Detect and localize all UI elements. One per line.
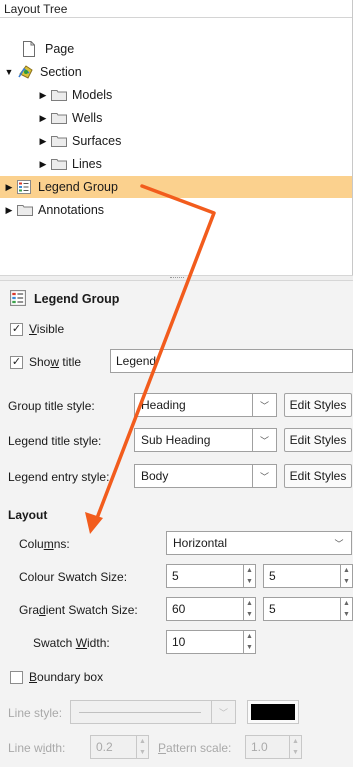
spin-up-icon[interactable]: ▲ bbox=[244, 631, 255, 642]
dropdown-chevron-icon: ﹀ bbox=[252, 394, 276, 416]
page-icon bbox=[22, 41, 38, 57]
section-icon bbox=[17, 64, 35, 80]
folder-icon bbox=[17, 204, 33, 216]
group-title-style-select[interactable]: Heading ﹀ bbox=[134, 393, 277, 417]
tree-item-label: Lines bbox=[72, 157, 102, 171]
spin-arrows[interactable]: ▲ ▼ bbox=[243, 631, 255, 653]
group-title-style-label: Group title style: bbox=[8, 399, 95, 413]
line-style-preview bbox=[79, 712, 201, 713]
expand-triangle-icon[interactable]: ▶ bbox=[38, 135, 48, 147]
spin-arrows[interactable]: ▲ ▼ bbox=[243, 565, 255, 587]
line-color-swatch bbox=[251, 704, 295, 720]
visible-label[interactable]: Visible bbox=[29, 322, 64, 336]
dropdown-chevron-icon: ﹀ bbox=[252, 429, 276, 451]
spin-down-icon[interactable]: ▼ bbox=[244, 576, 255, 587]
show-title-checkbox[interactable]: ✓ bbox=[10, 356, 23, 369]
tree-item-models[interactable]: ▶ Models bbox=[38, 84, 113, 106]
visible-checkbox[interactable]: ✓ bbox=[10, 323, 23, 336]
gradient-swatch-height-spinbox[interactable]: 5 ▲ ▼ bbox=[263, 597, 353, 621]
spin-arrows[interactable]: ▲ ▼ bbox=[340, 565, 352, 587]
folder-icon bbox=[51, 158, 67, 170]
swatch-width-label: Swatch Width: bbox=[33, 636, 110, 650]
line-style-label: Line style: bbox=[8, 706, 63, 720]
edit-styles-button[interactable]: Edit Styles bbox=[284, 464, 352, 488]
spin-up-icon[interactable]: ▲ bbox=[137, 736, 148, 747]
spin-up-icon[interactable]: ▲ bbox=[341, 598, 352, 609]
tree-item-surfaces[interactable]: ▶ Surfaces bbox=[38, 130, 122, 152]
tree-item-label: Annotations bbox=[38, 203, 105, 217]
tree-item-label: Section bbox=[40, 65, 82, 79]
tree-item-label: Page bbox=[45, 42, 75, 56]
layout-tree-header: Layout Tree bbox=[0, 0, 352, 18]
spin-down-icon[interactable]: ▼ bbox=[244, 609, 255, 620]
gradient-swatch-width-spinbox[interactable]: 60 ▲ ▼ bbox=[166, 597, 256, 621]
edit-styles-button[interactable]: Edit Styles bbox=[284, 393, 352, 417]
expand-triangle-icon[interactable]: ▶ bbox=[38, 158, 48, 170]
collapse-triangle-icon[interactable]: ▼ bbox=[4, 66, 14, 78]
legend-entry-style-label: Legend entry style: bbox=[8, 470, 110, 484]
spin-down-icon[interactable]: ▼ bbox=[290, 747, 301, 758]
spin-up-icon[interactable]: ▲ bbox=[244, 565, 255, 576]
line-style-select[interactable]: ﹀ bbox=[70, 700, 236, 724]
boundary-box-label[interactable]: Boundary box bbox=[29, 670, 103, 684]
panel-title: Legend Group bbox=[34, 292, 120, 306]
tree-item-wells[interactable]: ▶ Wells bbox=[38, 107, 103, 129]
tree-item-lines[interactable]: ▶ Lines bbox=[38, 153, 102, 175]
columns-select[interactable]: Horizontal ﹀ bbox=[166, 531, 352, 555]
legend-group-icon bbox=[10, 290, 26, 309]
tree-item-label: Surfaces bbox=[72, 134, 122, 148]
spin-up-icon[interactable]: ▲ bbox=[290, 736, 301, 747]
line-width-spinbox[interactable]: 0.2 ▲ ▼ bbox=[90, 735, 149, 759]
folder-icon bbox=[51, 89, 67, 101]
edit-styles-button[interactable]: Edit Styles bbox=[284, 428, 352, 452]
columns-label: Columns: bbox=[19, 537, 70, 551]
expand-triangle-icon[interactable]: ▶ bbox=[38, 89, 48, 101]
boundary-box-checkbox[interactable] bbox=[10, 671, 23, 684]
tree-item-label: Wells bbox=[72, 111, 103, 125]
tree-item-section[interactable]: ▼ Section bbox=[4, 61, 82, 83]
gradient-swatch-size-label: Gradient Swatch Size: bbox=[19, 603, 138, 617]
spin-arrows[interactable]: ▲ ▼ bbox=[289, 736, 301, 758]
expand-triangle-icon[interactable]: ▶ bbox=[4, 204, 14, 216]
spin-down-icon[interactable]: ▼ bbox=[341, 609, 352, 620]
spin-arrows[interactable]: ▲ ▼ bbox=[340, 598, 352, 620]
tree-item-annotations[interactable]: ▶ Annotations bbox=[4, 199, 105, 221]
dropdown-chevron-icon: ﹀ bbox=[211, 701, 235, 723]
layout-tree-panel: Layout Tree Page ▼ Section ▶ Models ▶ We… bbox=[0, 0, 353, 275]
expand-triangle-icon[interactable]: ▶ bbox=[38, 112, 48, 124]
spin-arrows[interactable]: ▲ ▼ bbox=[136, 736, 148, 758]
colour-swatch-width-spinbox[interactable]: 5 ▲ ▼ bbox=[166, 564, 256, 588]
spin-down-icon[interactable]: ▼ bbox=[244, 642, 255, 653]
spin-down-icon[interactable]: ▼ bbox=[341, 576, 352, 587]
spin-down-icon[interactable]: ▼ bbox=[137, 747, 148, 758]
expand-triangle-icon[interactable]: ▶ bbox=[4, 181, 14, 193]
pattern-scale-spinbox[interactable]: 1.0 ▲ ▼ bbox=[245, 735, 302, 759]
legend-entry-style-select[interactable]: Body ﹀ bbox=[134, 464, 277, 488]
spin-arrows[interactable]: ▲ ▼ bbox=[243, 598, 255, 620]
swatch-width-spinbox[interactable]: 10 ▲ ▼ bbox=[166, 630, 256, 654]
pattern-scale-label: Pattern scale: bbox=[158, 741, 232, 755]
tree-item-label: Models bbox=[72, 88, 113, 102]
title-input[interactable]: Legend bbox=[110, 349, 353, 373]
layout-heading: Layout bbox=[8, 508, 48, 522]
show-title-label[interactable]: Show title bbox=[29, 355, 81, 369]
line-color-button[interactable] bbox=[247, 700, 299, 724]
colour-swatch-height-spinbox[interactable]: 5 ▲ ▼ bbox=[263, 564, 353, 588]
folder-icon bbox=[51, 112, 67, 124]
colour-swatch-size-label: Colour Swatch Size: bbox=[19, 570, 128, 584]
dropdown-chevron-icon: ﹀ bbox=[334, 538, 344, 549]
spin-up-icon[interactable]: ▲ bbox=[244, 598, 255, 609]
line-width-label: Line width: bbox=[8, 741, 66, 755]
folder-icon bbox=[51, 135, 67, 147]
tree-item-label: Legend Group bbox=[38, 180, 118, 194]
legend-title-style-select[interactable]: Sub Heading ﹀ bbox=[134, 428, 277, 452]
spin-up-icon[interactable]: ▲ bbox=[341, 565, 352, 576]
dropdown-chevron-icon: ﹀ bbox=[252, 465, 276, 487]
tree-item-legend-group[interactable]: ▶ Legend Group bbox=[0, 176, 352, 198]
legend-title-style-label: Legend title style: bbox=[8, 434, 102, 448]
properties-panel: Legend Group ✓ Visible ✓ Show title Lege… bbox=[0, 281, 353, 767]
legend-group-icon bbox=[17, 180, 33, 194]
tree-item-page[interactable]: Page bbox=[22, 38, 74, 60]
splitter-grip[interactable] bbox=[170, 277, 184, 279]
